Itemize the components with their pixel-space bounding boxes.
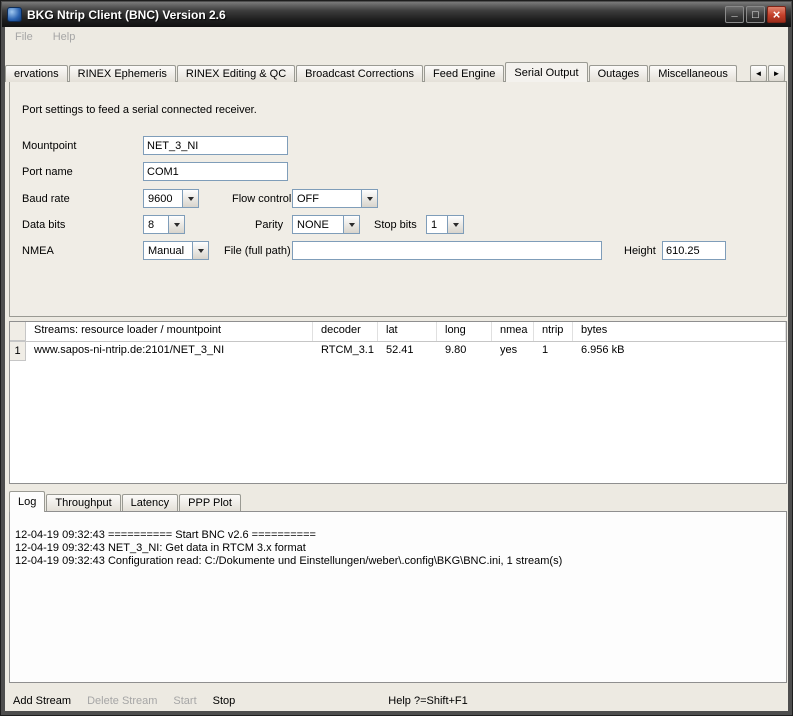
header-nmea[interactable]: nmea xyxy=(492,322,534,341)
delete-stream-button: Delete Stream xyxy=(83,693,161,709)
baud-rate-label: Baud rate xyxy=(22,193,70,205)
maximize-icon: □ xyxy=(752,9,759,21)
log-line: 12-04-19 09:32:43 Configuration read: C:… xyxy=(15,555,781,568)
dropdown-arrow-icon xyxy=(447,216,463,233)
tab-throughput[interactable]: Throughput xyxy=(46,494,120,511)
log-line: 12-04-19 09:32:43 NET_3_NI: Get data in … xyxy=(15,542,781,555)
flow-control-label: Flow control xyxy=(232,193,291,205)
cell-lat: 52.41 xyxy=(378,342,437,361)
data-bits-select[interactable]: 8 xyxy=(143,215,185,234)
log-output[interactable]: 12-04-19 09:32:43 ========== Start BNC v… xyxy=(9,511,787,683)
dropdown-arrow-icon xyxy=(182,190,198,207)
height-label: Height xyxy=(624,245,656,257)
header-mountpoint[interactable]: Streams: resource loader / mountpoint xyxy=(26,322,313,341)
cell-decoder: RTCM_3.1 xyxy=(313,342,378,361)
minimize-icon: _ xyxy=(731,6,737,18)
file-path-input[interactable] xyxy=(292,241,602,260)
row-number: 1 xyxy=(10,342,26,361)
nmea-label: NMEA xyxy=(22,245,54,257)
port-name-label: Port name xyxy=(22,166,73,178)
file-path-label: File (full path) xyxy=(224,245,291,257)
stop-button[interactable]: Stop xyxy=(209,693,240,709)
tab-outages[interactable]: Outages xyxy=(589,65,649,82)
flow-control-value: OFF xyxy=(293,193,361,205)
close-button[interactable]: × xyxy=(767,6,786,23)
app-window: BKG Ntrip Client (BNC) Version 2.6 _ □ ×… xyxy=(0,0,793,716)
window-title: BKG Ntrip Client (BNC) Version 2.6 xyxy=(27,8,723,22)
header-bytes[interactable]: bytes xyxy=(573,322,786,341)
data-bits-label: Data bits xyxy=(22,219,65,231)
cell-nmea: yes xyxy=(492,342,534,361)
cell-mountpoint: www.sapos-ni-ntrip.de:2101/NET_3_NI xyxy=(26,342,313,361)
app-icon xyxy=(7,7,22,22)
dropdown-arrow-icon xyxy=(192,242,208,259)
maximize-button[interactable]: □ xyxy=(746,6,765,23)
header-ntrip[interactable]: ntrip xyxy=(534,322,573,341)
tab-rinex-ephemeris[interactable]: RINEX Ephemeris xyxy=(69,65,176,82)
tab-log[interactable]: Log xyxy=(9,491,45,512)
streams-header-row: Streams: resource loader / mountpoint de… xyxy=(10,322,786,342)
menu-help[interactable]: Help xyxy=(51,29,78,45)
stop-bits-label: Stop bits xyxy=(374,219,417,231)
parity-value: NONE xyxy=(293,219,343,231)
menu-bar: File Help xyxy=(5,27,788,47)
header-long[interactable]: long xyxy=(437,322,492,341)
tab-ppp-plot[interactable]: PPP Plot xyxy=(179,494,241,511)
nmea-value: Manual xyxy=(144,245,192,257)
streams-table: Streams: resource loader / mountpoint de… xyxy=(9,321,787,484)
titlebar: BKG Ntrip Client (BNC) Version 2.6 _ □ × xyxy=(2,2,791,27)
stop-bits-select[interactable]: 1 xyxy=(426,215,464,234)
cell-ntrip: 1 xyxy=(534,342,573,361)
table-corner xyxy=(10,322,26,341)
header-decoder[interactable]: decoder xyxy=(313,322,378,341)
dropdown-arrow-icon xyxy=(343,216,359,233)
mountpoint-label: Mountpoint xyxy=(22,140,76,152)
tab-scroll-left-icon[interactable]: ◄ xyxy=(750,65,767,82)
cell-bytes: 6.956 kB xyxy=(573,342,786,361)
minimize-button[interactable]: _ xyxy=(725,6,744,23)
baud-rate-select[interactable]: 9600 xyxy=(143,189,199,208)
mountpoint-input[interactable] xyxy=(143,136,288,155)
dropdown-arrow-icon xyxy=(361,190,377,207)
add-stream-button[interactable]: Add Stream xyxy=(9,693,75,709)
tab-broadcast-corrections[interactable]: Broadcast Corrections xyxy=(296,65,423,82)
parity-label: Parity xyxy=(255,219,283,231)
tab-scroll-right-icon[interactable]: ► xyxy=(768,65,785,82)
tab-rinex-editing-qc[interactable]: RINEX Editing & QC xyxy=(177,65,295,82)
log-line: 12-04-19 09:32:43 ========== Start BNC v… xyxy=(15,529,781,542)
bottom-tab-bar: Log Throughput Latency PPP Plot xyxy=(9,490,242,511)
start-button: Start xyxy=(169,693,200,709)
data-bits-value: 8 xyxy=(144,219,168,231)
header-lat[interactable]: lat xyxy=(378,322,437,341)
baud-rate-value: 9600 xyxy=(144,193,182,205)
action-bar: Add Stream Delete Stream Start Stop Help… xyxy=(9,691,784,711)
tab-serial-output[interactable]: Serial Output xyxy=(505,62,587,82)
help-button[interactable]: Help ?=Shift+F1 xyxy=(384,693,472,709)
flow-control-select[interactable]: OFF xyxy=(292,189,378,208)
menu-file[interactable]: File xyxy=(13,29,35,45)
height-input[interactable] xyxy=(662,241,726,260)
stop-bits-value: 1 xyxy=(427,219,447,231)
tab-latency[interactable]: Latency xyxy=(122,494,179,511)
cell-long: 9.80 xyxy=(437,342,492,361)
table-row[interactable]: 1 www.sapos-ni-ntrip.de:2101/NET_3_NI RT… xyxy=(10,342,786,361)
client-area: File Help ervations RINEX Ephemeris RINE… xyxy=(5,27,788,711)
serial-output-panel: Port settings to feed a serial connected… xyxy=(9,81,787,317)
main-tab-bar: ervations RINEX Ephemeris RINEX Editing … xyxy=(5,61,751,82)
dropdown-arrow-icon xyxy=(168,216,184,233)
nmea-select[interactable]: Manual xyxy=(143,241,209,260)
tab-observations[interactable]: ervations xyxy=(5,65,68,82)
close-icon: × xyxy=(773,7,781,22)
port-name-input[interactable] xyxy=(143,162,288,181)
tab-miscellaneous[interactable]: Miscellaneous xyxy=(649,65,737,82)
tab-scrollers: ◄ ► xyxy=(749,65,785,82)
tab-feed-engine[interactable]: Feed Engine xyxy=(424,65,504,82)
panel-description: Port settings to feed a serial connected… xyxy=(22,104,257,116)
parity-select[interactable]: NONE xyxy=(292,215,360,234)
